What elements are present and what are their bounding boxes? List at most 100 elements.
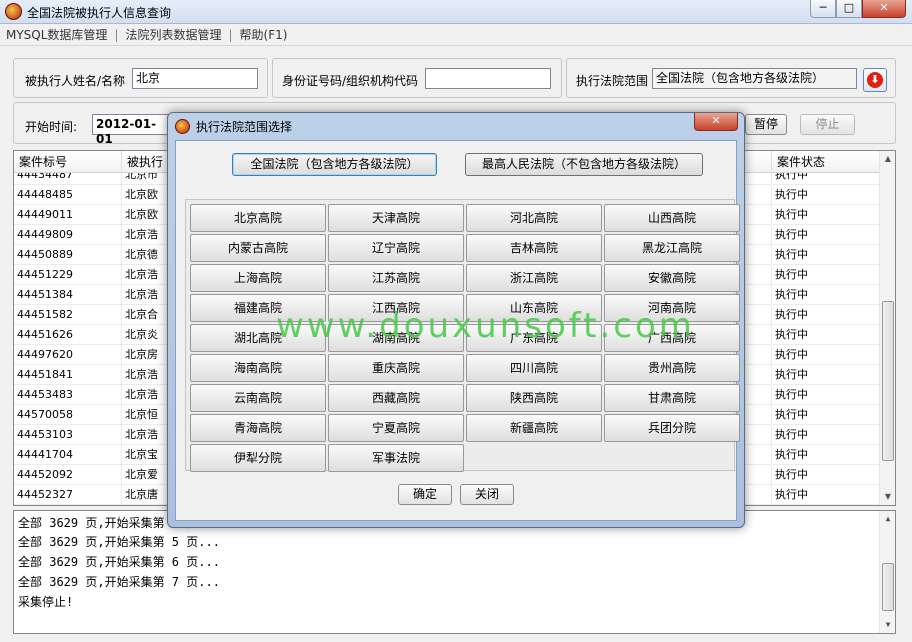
menu-help[interactable]: 帮助(F1) (240, 28, 288, 42)
status-cell: 执行中 (772, 485, 884, 505)
pause-button[interactable]: 暂停 (745, 114, 787, 135)
ok-button[interactable]: 确定 (398, 484, 452, 505)
case-number-cell: 44441704 (14, 445, 122, 465)
id-label: 身份证号码/组织机构代码 (282, 74, 419, 88)
scroll-thumb[interactable] (882, 301, 894, 461)
case-number-cell: 44497620 (14, 345, 122, 365)
name-label: 被执行人姓名/名称 (25, 74, 126, 88)
court-button[interactable]: 海南高院 (190, 354, 326, 382)
court-button[interactable]: 云南高院 (190, 384, 326, 412)
court-button[interactable]: 安徽高院 (604, 264, 740, 292)
column-header-case-no[interactable]: 案件标号 (14, 151, 122, 173)
court-button[interactable]: 浙江高院 (466, 264, 602, 292)
watermark-text: www.douxunsoft.com (276, 306, 695, 346)
status-cell: 执行中 (772, 385, 884, 405)
case-number-cell: 44449809 (14, 225, 122, 245)
case-number-cell: 44451626 (14, 325, 122, 345)
start-time-label: 开始时间: (25, 120, 78, 134)
case-number-cell: 44451582 (14, 305, 122, 325)
court-button[interactable]: 四川高院 (466, 354, 602, 382)
court-button[interactable]: 宁夏高院 (328, 414, 464, 442)
case-number-cell: 44434487 (14, 173, 122, 185)
court-button[interactable]: 兵团分院 (604, 414, 740, 442)
court-button[interactable]: 吉林高院 (466, 234, 602, 262)
court-button[interactable]: 伊犁分院 (190, 444, 326, 472)
court-button[interactable]: 新疆高院 (466, 414, 602, 442)
menu-mysql[interactable]: MYSQL数据库管理 (6, 28, 107, 42)
case-number-cell: 44451384 (14, 285, 122, 305)
status-cell: 执行中 (772, 285, 884, 305)
case-number-cell: 44453103 (14, 425, 122, 445)
log-panel: 全部 3629 页,开始采集第 4 页... 全部 3629 页,开始采集第 5… (13, 510, 896, 634)
court-button[interactable]: 军事法院 (328, 444, 464, 472)
court-button[interactable]: 江苏高院 (328, 264, 464, 292)
table-scrollbar[interactable]: ▲ ▼ (879, 151, 895, 505)
court-button[interactable]: 北京高院 (190, 204, 326, 232)
scope-all-courts-button[interactable]: 全国法院（包含地方各级法院） (232, 153, 437, 176)
court-button[interactable]: 贵州高院 (604, 354, 740, 382)
menu-divider: | (228, 28, 233, 42)
court-select-button[interactable]: ⬇ (863, 68, 887, 92)
menu-divider: | (114, 28, 119, 42)
court-button[interactable]: 天津高院 (328, 204, 464, 232)
court-button[interactable]: 上海高院 (190, 264, 326, 292)
name-field[interactable]: 北京 (132, 68, 258, 89)
minimize-button[interactable]: ─ (810, 0, 836, 18)
log-line: 全部 3629 页,开始采集第 5 页... (18, 535, 220, 549)
court-button[interactable]: 山西高院 (604, 204, 740, 232)
dialog-close-text-button[interactable]: 关闭 (460, 484, 514, 505)
scroll-down-icon[interactable]: ▼ (880, 489, 895, 505)
status-cell: 执行中 (772, 205, 884, 225)
case-number-cell: 44453483 (14, 385, 122, 405)
log-line: 全部 3629 页,开始采集第 7 页... (18, 575, 220, 589)
id-field[interactable] (425, 68, 551, 89)
status-cell: 执行中 (772, 185, 884, 205)
scroll-thumb[interactable] (882, 563, 894, 611)
court-button[interactable]: 河北高院 (466, 204, 602, 232)
scope-supreme-court-button[interactable]: 最高人民法院（不包含地方各级法院） (465, 153, 703, 176)
court-button[interactable]: 内蒙古高院 (190, 234, 326, 262)
status-cell: 执行中 (772, 305, 884, 325)
status-cell: 执行中 (772, 365, 884, 385)
status-cell: 执行中 (772, 465, 884, 485)
scroll-down-icon[interactable]: ▼ (880, 617, 896, 633)
court-button[interactable]: 甘肃高院 (604, 384, 740, 412)
scroll-up-icon[interactable]: ▲ (880, 511, 896, 527)
status-cell: 执行中 (772, 445, 884, 465)
court-button[interactable]: 青海高院 (190, 414, 326, 442)
title-bar: 全国法院被执行人信息查询 ─ □ ✕ (0, 0, 912, 24)
status-cell: 执行中 (772, 425, 884, 445)
status-cell: 执行中 (772, 325, 884, 345)
window-title: 全国法院被执行人信息查询 (27, 6, 172, 20)
case-number-cell: 44448485 (14, 185, 122, 205)
menu-court-list[interactable]: 法院列表数据管理 (125, 28, 221, 42)
status-cell: 执行中 (772, 245, 884, 265)
case-number-cell: 44452092 (14, 465, 122, 485)
close-button[interactable]: ✕ (862, 0, 906, 18)
case-number-cell: 44570058 (14, 405, 122, 425)
case-number-cell: 44450889 (14, 245, 122, 265)
case-number-cell: 44451841 (14, 365, 122, 385)
scroll-up-icon[interactable]: ▲ (880, 151, 895, 167)
down-arrow-icon: ⬇ (867, 72, 883, 88)
stop-button[interactable]: 停止 (800, 114, 855, 135)
column-header-status[interactable]: 案件状态 (772, 151, 884, 173)
dialog-title: 执行法院范围选择 (196, 120, 293, 134)
case-number-cell: 44449011 (14, 205, 122, 225)
dialog-close-button[interactable]: ✕ (694, 113, 738, 131)
court-button[interactable]: 西藏高院 (328, 384, 464, 412)
court-button[interactable]: 黑龙江高院 (604, 234, 740, 262)
start-date-field[interactable]: 2012-01-01 (92, 114, 172, 146)
log-line: 采集停止! (18, 595, 74, 609)
app-logo-icon (175, 119, 190, 134)
case-number-cell: 44451229 (14, 265, 122, 285)
app-logo-icon (5, 3, 22, 20)
log-scrollbar[interactable]: ▲ ▼ (879, 511, 895, 633)
case-number-cell: 44452327 (14, 485, 122, 505)
status-cell: 执行中 (772, 173, 884, 185)
court-button[interactable]: 陕西高院 (466, 384, 602, 412)
court-button[interactable]: 辽宁高院 (328, 234, 464, 262)
maximize-button[interactable]: □ (836, 0, 862, 18)
court-field[interactable]: 全国法院（包含地方各级法院） (652, 68, 857, 89)
court-button[interactable]: 重庆高院 (328, 354, 464, 382)
